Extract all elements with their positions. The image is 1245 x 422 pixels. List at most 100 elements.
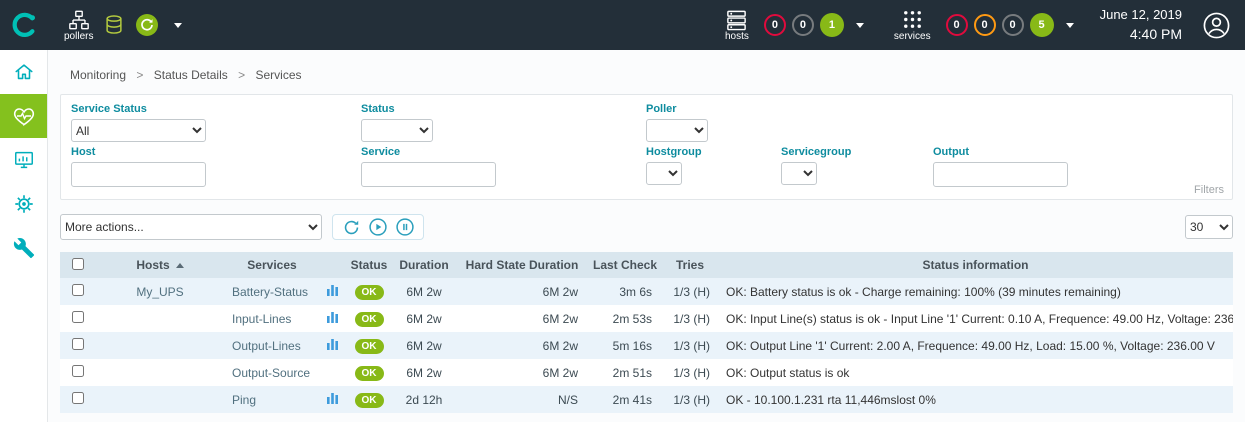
service-cell[interactable]: Output-Source [224, 359, 320, 386]
header-last-check[interactable]: Last Check [588, 252, 662, 278]
host-input[interactable] [71, 162, 206, 187]
more-actions-select[interactable]: More actions... [60, 214, 322, 240]
breadcrumb-monitoring[interactable]: Monitoring [70, 68, 126, 82]
header-hard-state-duration[interactable]: Hard State Duration [456, 252, 588, 278]
duration-cell: 6M 2w [392, 332, 456, 359]
filter-panel: Service Status All Status Poller Host Se… [60, 94, 1233, 200]
service-name[interactable]: Input-Lines [232, 312, 291, 326]
service-cell[interactable]: Ping [224, 386, 320, 413]
header-hosts[interactable]: Hosts [96, 252, 224, 278]
filter-poller: Poller [646, 103, 708, 142]
servicegroup-select[interactable] [781, 162, 817, 185]
page-size-select[interactable]: 30 [1185, 215, 1233, 239]
services-status-group: services 0005 [894, 8, 1074, 42]
status-information-cell: OK: Output status is ok [718, 359, 1233, 386]
host-cell[interactable] [96, 305, 224, 332]
header-services[interactable]: Services [224, 252, 320, 278]
refresh-icon [342, 218, 361, 237]
chevron-down-icon[interactable] [856, 23, 864, 28]
status-counter[interactable]: 5 [1030, 13, 1054, 37]
breadcrumb-separator: > [238, 68, 245, 82]
gear-icon [13, 193, 35, 215]
performance-graph-icon[interactable] [327, 392, 339, 407]
service-cell[interactable]: Output-Lines [224, 332, 320, 359]
refresh-button[interactable] [341, 217, 361, 237]
select-all-checkbox[interactable] [72, 258, 84, 270]
servicegroup-label: Servicegroup [781, 146, 851, 158]
status-counter[interactable]: 1 [820, 13, 844, 37]
sidebar-item-home[interactable] [0, 50, 47, 94]
chevron-down-icon[interactable] [1066, 23, 1074, 28]
service-name[interactable]: Output-Source [232, 366, 310, 380]
status-counter[interactable]: 0 [1002, 14, 1024, 36]
hard-state-duration-cell: 6M 2w [456, 305, 588, 332]
header-tries[interactable]: Tries [662, 252, 718, 278]
user-profile-button[interactable] [1202, 11, 1231, 40]
breadcrumb: Monitoring > Status Details > Services [70, 68, 1245, 82]
last-check-cell: 2m 41s [588, 386, 662, 413]
datetime: June 12, 2019 4:40 PM [1100, 5, 1182, 46]
table-row: Ping OK 2d 12h N/S 2m 41s 1/3 (H) OK - 1… [60, 386, 1233, 413]
breadcrumb-separator: > [136, 68, 143, 82]
row-checkbox[interactable] [72, 284, 84, 296]
table-header-row: Hosts Services Status Duration Hard Stat… [60, 252, 1233, 278]
play-button[interactable] [368, 217, 388, 237]
service-name[interactable]: Output-Lines [232, 339, 301, 353]
header-duration[interactable]: Duration [392, 252, 456, 278]
current-time: 4:40 PM [1100, 24, 1182, 45]
centreon-logo[interactable] [0, 0, 48, 50]
row-checkbox[interactable] [72, 338, 84, 350]
pause-button[interactable] [395, 217, 415, 237]
sidebar-item-configuration[interactable] [0, 182, 47, 226]
service-name[interactable]: Battery-Status [232, 285, 308, 299]
service-cell[interactable]: Battery-Status [224, 278, 320, 305]
sidebar-item-monitoring[interactable] [0, 94, 47, 138]
breadcrumb-status-details[interactable]: Status Details [154, 68, 228, 82]
tries-cell: 1/3 (H) [662, 278, 718, 305]
row-checkbox[interactable] [72, 365, 84, 377]
pollers-menu[interactable]: pollers [64, 9, 93, 42]
service-status-select[interactable]: All [71, 119, 206, 142]
status-information-cell: OK - 10.100.1.231 rta 11,446mslost 0% [718, 386, 1233, 413]
service-cell[interactable]: Input-Lines [224, 305, 320, 332]
hard-state-duration-cell: 6M 2w [456, 332, 588, 359]
tries-cell: 1/3 (H) [662, 332, 718, 359]
performance-graph-icon[interactable] [327, 311, 339, 326]
hosts-status-group: hosts 001 [725, 8, 864, 42]
tries-cell: 1/3 (H) [662, 386, 718, 413]
home-icon [13, 61, 35, 83]
status-counter[interactable]: 0 [974, 14, 996, 36]
header-status[interactable]: Status [346, 252, 392, 278]
sidebar-item-reporting[interactable] [0, 138, 47, 182]
hostgroup-select[interactable] [646, 162, 682, 185]
breadcrumb-services[interactable]: Services [255, 68, 301, 82]
output-input[interactable] [933, 162, 1068, 187]
chevron-down-icon[interactable] [174, 23, 182, 28]
status-counter[interactable]: 0 [792, 14, 814, 36]
service-name[interactable]: Ping [232, 393, 256, 407]
poller-status-ok-icon[interactable] [135, 13, 159, 37]
row-checkbox[interactable] [72, 392, 84, 404]
row-checkbox[interactable] [72, 311, 84, 323]
performance-graph-icon[interactable] [327, 284, 339, 299]
services-menu[interactable]: services [894, 8, 931, 42]
database-icon[interactable] [103, 14, 125, 36]
poller-select[interactable] [646, 119, 708, 142]
performance-graph-icon[interactable] [327, 338, 339, 353]
status-counter[interactable]: 0 [946, 14, 968, 36]
sidebar-item-administration[interactable] [0, 226, 47, 270]
hosts-menu[interactable]: hosts [725, 8, 749, 42]
pollers-icon [68, 9, 90, 31]
host-cell[interactable] [96, 386, 224, 413]
host-cell[interactable]: My_UPS [96, 278, 224, 305]
status-counter[interactable]: 0 [764, 14, 786, 36]
play-icon [368, 217, 388, 237]
tries-cell: 1/3 (H) [662, 359, 718, 386]
host-cell[interactable] [96, 359, 224, 386]
header-status-information[interactable]: Status information [718, 252, 1233, 278]
status-select[interactable] [361, 119, 433, 142]
status-badge: OK [355, 339, 384, 354]
table-row: Output-Lines OK 6M 2w 6M 2w 5m 16s 1/3 (… [60, 332, 1233, 359]
service-input[interactable] [361, 162, 496, 187]
host-cell[interactable] [96, 332, 224, 359]
